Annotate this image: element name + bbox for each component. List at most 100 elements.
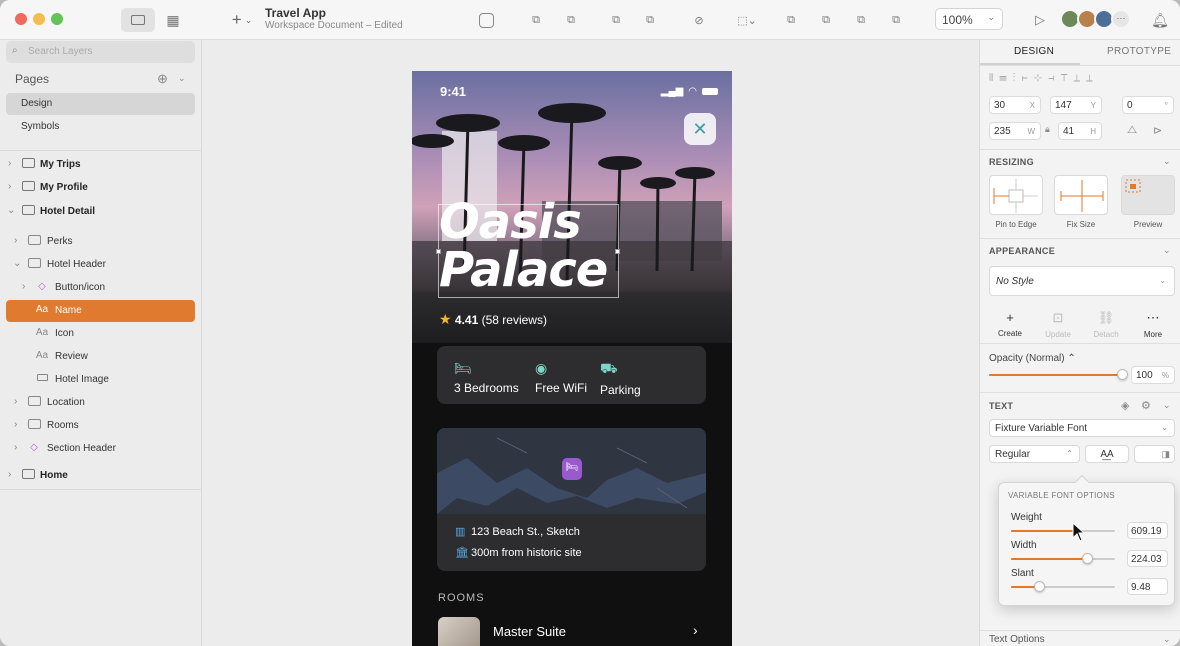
gear-icon[interactable]: ⚙︎ bbox=[1141, 399, 1151, 412]
pin-to-edge-control[interactable] bbox=[989, 175, 1043, 215]
fix-size-control[interactable] bbox=[1054, 175, 1108, 215]
opacity-label[interactable]: Opacity (Normal) ⌃ bbox=[989, 353, 1076, 364]
search-layers-input[interactable]: ⌕ Search Layers bbox=[6, 41, 195, 63]
align-v-icon[interactable]: ⊤ bbox=[1061, 73, 1074, 84]
resize-handle[interactable] bbox=[615, 249, 620, 254]
sidebar-toggle-button[interactable] bbox=[121, 8, 155, 32]
group-button[interactable]: ⧉ bbox=[851, 10, 871, 30]
layer-home[interactable]: › Home bbox=[6, 465, 195, 487]
slant-slider-knob[interactable] bbox=[1034, 581, 1046, 592]
align-middle-icon[interactable]: ⊹ bbox=[1034, 73, 1048, 84]
mask-button[interactable]: ⊘ bbox=[689, 10, 709, 30]
room-name[interactable]: Master Suite bbox=[493, 624, 566, 639]
update-style-button[interactable]: ⊡ Update bbox=[1035, 310, 1081, 339]
layer-icon[interactable]: Aa Icon bbox=[6, 323, 195, 345]
layer-review[interactable]: Aa Review bbox=[6, 346, 195, 368]
detach-style-button[interactable]: ⛓︎ Detach bbox=[1083, 310, 1129, 339]
page-item-design[interactable]: Design bbox=[6, 93, 195, 115]
align-top-icon[interactable]: ⊢ bbox=[1021, 73, 1034, 84]
canvas[interactable]: 9:41 ▂▄▆ ◠ ✕ Oasis Palace ★ 4.41 (58 rev… bbox=[203, 40, 979, 646]
layer-name[interactable]: Aa Name bbox=[6, 300, 195, 322]
align-bottom-icon[interactable]: ⊣ bbox=[1048, 73, 1061, 84]
weight-field[interactable]: 609.19 bbox=[1127, 522, 1168, 539]
align-base-icon[interactable]: ⊥ bbox=[1086, 73, 1099, 84]
distribute-icon[interactable]: ⋮ bbox=[1013, 73, 1022, 84]
opacity-slider-knob[interactable] bbox=[1117, 369, 1128, 380]
minimize-window-button[interactable] bbox=[33, 13, 45, 25]
intersect-button[interactable]: ⧉ bbox=[606, 10, 626, 30]
map-pin-icon[interactable]: 🛏︎ bbox=[562, 458, 582, 480]
union-button[interactable]: ⧉ bbox=[526, 10, 546, 30]
more-collaborators-icon[interactable]: ⋯ bbox=[1111, 9, 1131, 29]
difference-button[interactable]: ⧉ bbox=[640, 10, 660, 30]
y-field[interactable]: 147 Y bbox=[1050, 96, 1102, 114]
chevron-down-icon[interactable]: ⌄ bbox=[1163, 245, 1171, 256]
height-field[interactable]: 41 H bbox=[1058, 122, 1102, 140]
resize-handle[interactable] bbox=[436, 249, 441, 254]
opacity-field[interactable]: 100% bbox=[1131, 366, 1175, 384]
flip-horizontal-icon[interactable]: ⧍ bbox=[1127, 124, 1137, 137]
flip-vertical-icon[interactable]: ⊳ bbox=[1153, 124, 1162, 137]
create-symbol-button[interactable] bbox=[476, 10, 496, 30]
location-card[interactable]: 🛏︎ ▥ 123 Beach St., Sketch 🏛︎ 300m from hi… bbox=[437, 428, 706, 571]
layer-button-icon[interactable]: › ◇ Button/icon bbox=[6, 277, 195, 299]
layer-rooms[interactable]: › Rooms bbox=[6, 415, 195, 437]
scale-button[interactable]: ⬚⌄ bbox=[730, 10, 764, 30]
weight-slider[interactable] bbox=[1011, 530, 1115, 532]
font-family-select[interactable]: Fixture Variable Font ⌄ bbox=[989, 419, 1175, 437]
layer-perks[interactable]: › Perks bbox=[6, 231, 195, 253]
chevron-right-icon[interactable]: › bbox=[693, 622, 698, 638]
zoom-select[interactable]: 100% ⌄ bbox=[935, 8, 1003, 30]
width-slider[interactable] bbox=[1011, 553, 1115, 564]
hotel-image[interactable]: 9:41 ▂▄▆ ◠ ✕ Oasis Palace ★ 4.41 (58 rev… bbox=[412, 71, 732, 343]
artboard-hotel-detail[interactable]: 9:41 ▂▄▆ ◠ ✕ Oasis Palace ★ 4.41 (58 rev… bbox=[412, 71, 732, 646]
chevron-down-icon[interactable]: ⌄ bbox=[1163, 400, 1171, 411]
insert-button[interactable]: + ⌄ bbox=[224, 8, 260, 32]
slant-field[interactable]: 9.48 bbox=[1127, 578, 1168, 595]
play-button[interactable]: ▷ bbox=[1030, 10, 1050, 30]
x-field[interactable]: 30 X bbox=[989, 96, 1041, 114]
layer-section-header[interactable]: › ◇ Section Header bbox=[6, 438, 195, 460]
notifications-button[interactable]: 🔔︎ bbox=[1150, 10, 1170, 30]
variable-font-button[interactable]: A͟A bbox=[1085, 445, 1129, 463]
add-page-icon[interactable]: ⊕ bbox=[157, 71, 168, 87]
layer-my-trips[interactable]: › My Trips bbox=[6, 154, 195, 176]
subtract-button[interactable]: ⧉ bbox=[561, 10, 581, 30]
style-select[interactable]: No Style ⌄ bbox=[989, 266, 1175, 296]
create-style-button[interactable]: + Create bbox=[987, 310, 1033, 338]
chevron-down-icon[interactable]: ⌄ bbox=[1163, 156, 1171, 167]
layer-hotel-header[interactable]: ⌄ Hotel Header bbox=[6, 254, 195, 276]
tab-prototype[interactable]: PROTOTYPE bbox=[1107, 46, 1171, 57]
close-button[interactable]: ✕ bbox=[684, 113, 716, 145]
rotation-field[interactable]: 0 ° bbox=[1122, 96, 1174, 114]
lock-icon[interactable]: 🔒︎ bbox=[1045, 124, 1050, 135]
width-slider-knob[interactable] bbox=[1081, 553, 1093, 564]
opacity-slider[interactable] bbox=[989, 369, 1128, 380]
page-item-symbols[interactable]: Symbols bbox=[6, 116, 195, 138]
slant-slider[interactable] bbox=[1011, 581, 1115, 592]
text-options-label[interactable]: Text Options bbox=[989, 634, 1045, 645]
width-field[interactable]: 235 W bbox=[989, 122, 1041, 140]
ungroup-button[interactable]: ⧉ bbox=[886, 10, 906, 30]
zoom-window-button[interactable] bbox=[51, 13, 63, 25]
more-style-button[interactable]: ⋯ More bbox=[1130, 310, 1176, 339]
alignment-controls[interactable]: ⫴☰⋮⊢⊹⊣⊤⊥⊥ bbox=[989, 73, 1099, 84]
components-button[interactable]: ▦ bbox=[161, 8, 185, 32]
layer-location[interactable]: › Location bbox=[6, 392, 195, 414]
chevron-down-icon[interactable]: ⌄ bbox=[178, 73, 186, 84]
font-weight-select[interactable]: Regular ⌃ bbox=[989, 445, 1080, 463]
backward-button[interactable]: ⧉ bbox=[816, 10, 836, 30]
layer-hotel-image[interactable]: Hotel Image bbox=[6, 369, 195, 391]
forward-button[interactable]: ⧉ bbox=[781, 10, 801, 30]
layer-hotel-detail[interactable]: ⌄ Hotel Detail bbox=[6, 201, 195, 223]
align-center-icon[interactable]: ☰ bbox=[999, 73, 1013, 84]
text-styles-icon[interactable]: ◈ bbox=[1121, 399, 1129, 412]
text-color-button[interactable]: ◨ bbox=[1134, 445, 1175, 463]
align-left-icon[interactable]: ⫴ bbox=[989, 73, 999, 84]
align-h-icon[interactable]: ⊥ bbox=[1073, 73, 1086, 84]
chevron-down-icon[interactable]: ⌄ bbox=[1163, 634, 1171, 645]
close-window-button[interactable] bbox=[15, 13, 27, 25]
width-field[interactable]: 224.03 bbox=[1127, 550, 1168, 567]
tab-design[interactable]: DESIGN bbox=[1014, 46, 1054, 57]
layer-my-profile[interactable]: › My Profile bbox=[6, 177, 195, 199]
